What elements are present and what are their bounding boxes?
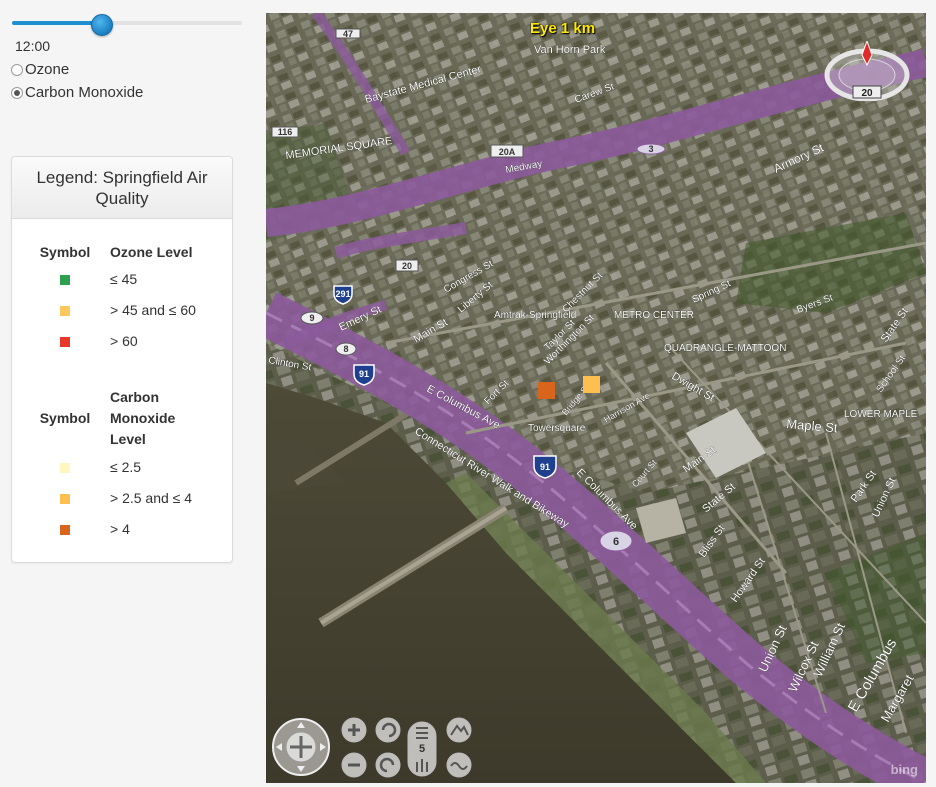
bing-watermark: bing xyxy=(890,762,918,777)
co-marker-high[interactable] xyxy=(538,382,555,399)
legend-row: ≤ 2.5 xyxy=(32,451,198,482)
shield-exit-6: 6 xyxy=(599,530,633,552)
co-level-header: Carbon Monoxide Level xyxy=(110,388,176,447)
svg-text:9: 9 xyxy=(309,313,314,323)
map-label-metro-center: METRO CENTER xyxy=(614,310,694,321)
legend-row-label: > 60 xyxy=(110,332,138,349)
legend-panel: Legend: Springfield Air Quality Symbol O… xyxy=(11,156,233,563)
ozone-level-header: Ozone Level xyxy=(110,244,193,260)
radio-label-ozone: Ozone xyxy=(25,61,70,78)
radio-label-carbon-monoxide: Carbon Monoxide xyxy=(25,84,144,101)
map-label-tower-square: Towersquare xyxy=(528,423,586,434)
map-label-van-horn-park: Van Horn Park xyxy=(534,44,606,56)
shield-i291: 291 xyxy=(333,285,353,305)
svg-text:6: 6 xyxy=(613,536,619,548)
co-marker-mid[interactable] xyxy=(583,376,600,393)
legend-row: > 2.5 and ≤ 4 xyxy=(32,482,198,513)
zoom-level-control[interactable]: 5 xyxy=(407,721,437,777)
radio-ozone[interactable]: Ozone xyxy=(11,61,69,78)
legend-row-label: ≤ 2.5 xyxy=(110,458,142,475)
map-label-lower-maple: LOWER MAPLE xyxy=(844,409,918,420)
shield-exit-47: 47 xyxy=(335,28,361,39)
terrain-up-button[interactable] xyxy=(446,717,472,743)
compass-shield-label: 20 xyxy=(861,88,873,99)
shield-i91-a: 91 xyxy=(353,364,375,386)
shield-exit-3: 3 xyxy=(636,143,666,155)
co-swatch-high xyxy=(60,524,70,535)
co-swatch-low xyxy=(60,462,70,473)
navigation-controls: 5 xyxy=(272,716,482,780)
shield-exit-116: 116 xyxy=(271,126,299,138)
radio-button-carbon-monoxide[interactable] xyxy=(11,86,23,99)
svg-text:8: 8 xyxy=(343,344,348,354)
shield-exit-20a: 20A xyxy=(490,144,524,158)
radio-carbon-monoxide[interactable]: Carbon Monoxide xyxy=(11,84,143,101)
legend-row-label: > 2.5 and ≤ 4 xyxy=(110,489,193,506)
co-legend-table: Symbol Carbon Monoxide Level ≤ 2.5 > 2.5… xyxy=(32,385,198,544)
zoom-out-button[interactable] xyxy=(341,752,367,778)
shield-i91-b: 91 xyxy=(533,455,557,479)
slider-thumb[interactable] xyxy=(90,14,113,36)
map-label-quadrangle: QUADRANGLE-MATTOON xyxy=(664,343,786,354)
pan-control[interactable] xyxy=(272,718,330,776)
co-swatch-mid xyxy=(60,493,70,504)
ozone-swatch-mid xyxy=(60,305,70,316)
time-slider[interactable] xyxy=(12,14,242,36)
legend-row: > 4 xyxy=(32,513,198,544)
shield-exit-20: 20 xyxy=(395,259,419,272)
legend-row: ≤ 45 xyxy=(32,263,196,294)
svg-text:91: 91 xyxy=(359,369,369,379)
svg-text:20: 20 xyxy=(402,261,412,271)
shield-exit-8: 8 xyxy=(335,342,357,356)
shield-exit-9: 9 xyxy=(300,311,324,325)
ozone-swatch-high xyxy=(60,336,70,347)
eye-altitude-label: Eye 1 km xyxy=(530,20,596,37)
zoom-level-value: 5 xyxy=(419,743,425,755)
svg-text:20A: 20A xyxy=(499,147,516,157)
legend-row: > 45 and ≤ 60 xyxy=(32,294,196,325)
ozone-swatch-low xyxy=(60,274,70,285)
ozone-legend-table: Symbol Ozone Level ≤ 45 > 45 and ≤ 60 > … xyxy=(32,241,196,356)
svg-text:91: 91 xyxy=(540,462,550,472)
map-view[interactable]: Van Horn Park MEMORIAL SQUARE Baystate M… xyxy=(266,13,926,783)
terrain-flat-button[interactable] xyxy=(446,752,472,778)
time-label: 12:00 xyxy=(15,38,51,54)
co-symbol-header: Symbol xyxy=(39,409,91,426)
rotate-ccw-button[interactable] xyxy=(375,752,401,778)
svg-text:291: 291 xyxy=(335,289,350,299)
legend-title: Legend: Springfield Air Quality xyxy=(12,157,232,219)
satellite-imagery: Van Horn Park MEMORIAL SQUARE Baystate M… xyxy=(266,13,926,783)
slider-fill xyxy=(12,21,102,25)
zoom-in-button[interactable] xyxy=(341,717,367,743)
radio-button-ozone[interactable] xyxy=(11,63,23,76)
compass-control[interactable]: 20 xyxy=(824,41,910,101)
legend-row-label: > 45 and ≤ 60 xyxy=(110,301,196,318)
svg-text:47: 47 xyxy=(343,29,353,39)
legend-row: > 60 xyxy=(32,325,196,356)
legend-row-label: > 4 xyxy=(110,520,130,537)
ozone-symbol-header: Symbol xyxy=(39,244,91,260)
svg-text:3: 3 xyxy=(648,144,653,154)
svg-text:116: 116 xyxy=(278,127,293,137)
rotate-cw-button[interactable] xyxy=(375,717,401,743)
legend-row-label: ≤ 45 xyxy=(110,270,138,287)
